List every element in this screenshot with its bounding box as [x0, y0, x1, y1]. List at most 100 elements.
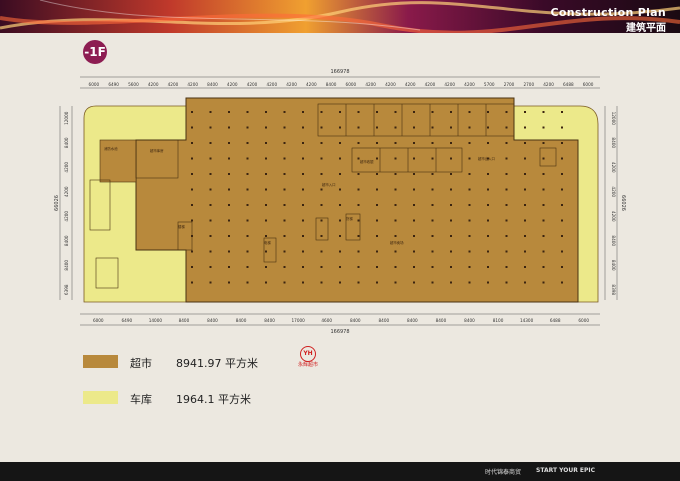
top-dimension-label: 4200	[365, 82, 376, 87]
structural-column	[487, 204, 489, 206]
structural-column	[339, 157, 341, 160]
structural-column	[209, 157, 212, 160]
structural-column	[357, 173, 360, 175]
structural-column	[431, 142, 434, 144]
structural-column	[487, 188, 489, 191]
top-dimension-label: 4200	[187, 82, 198, 87]
structural-column	[561, 250, 563, 253]
structural-column	[505, 266, 508, 268]
structural-column	[320, 250, 323, 253]
bottom-dimension-label: 8400	[464, 318, 475, 323]
structural-column	[431, 111, 434, 113]
structural-column	[394, 266, 397, 268]
top-dimension-label: 4200	[543, 82, 554, 87]
structural-column	[505, 111, 508, 113]
structural-column	[505, 173, 508, 175]
structural-column	[320, 281, 323, 284]
bottom-dimension-label: 8400	[264, 318, 275, 323]
structural-column	[191, 235, 193, 237]
right-dimension-label: 8400	[611, 260, 616, 271]
structural-column	[505, 204, 508, 206]
top-dimension-label: 2700	[523, 82, 534, 87]
structural-column	[561, 173, 563, 175]
structural-column	[283, 266, 286, 268]
right-dimension-label: 8398	[611, 284, 616, 295]
structural-column	[228, 281, 230, 284]
structural-column	[431, 173, 434, 175]
structural-column	[542, 188, 545, 191]
structural-column	[413, 142, 415, 144]
legend-swatch-supermarket	[83, 355, 118, 368]
top-dimension-labels: 6000 6490 5600 4200 4200 4200 8400 4200 4200 4200…	[89, 82, 594, 87]
structural-column	[376, 235, 378, 237]
structural-column	[246, 219, 249, 222]
structural-column	[376, 142, 378, 144]
structural-column	[209, 142, 212, 144]
structural-column	[357, 126, 360, 129]
structural-column	[265, 173, 267, 175]
structural-column	[542, 266, 545, 268]
structural-column	[302, 111, 304, 113]
top-dimension-label: 4200	[464, 82, 475, 87]
bottom-dimension-label: 8400	[407, 318, 418, 323]
structural-column	[357, 235, 360, 237]
structural-column	[431, 235, 434, 237]
supermarket-area	[135, 97, 579, 303]
svg-text:超市收银: 超市收银	[360, 159, 374, 164]
structural-column	[413, 250, 415, 253]
structural-column	[561, 266, 563, 268]
structural-column	[357, 142, 360, 144]
structural-column	[431, 126, 434, 129]
structural-column	[302, 188, 304, 191]
top-dimension-label: 8400	[326, 82, 337, 87]
bottom-dimension-label: 6000	[578, 318, 589, 323]
structural-column	[339, 204, 341, 206]
structural-column	[357, 204, 360, 206]
structural-column	[561, 142, 563, 144]
yonghui-logo: YH 永辉超市	[294, 346, 322, 369]
structural-column	[561, 235, 563, 237]
structural-column	[191, 157, 193, 160]
total-width-bottom: 166978	[330, 329, 349, 335]
structural-column	[542, 235, 545, 237]
structural-column	[209, 126, 212, 129]
bottom-dimension-label: 6490	[121, 318, 132, 323]
bottom-dimension-label: 8400	[236, 318, 247, 323]
structural-column	[394, 250, 397, 253]
structural-column	[320, 173, 323, 175]
structural-column	[228, 157, 230, 160]
structural-column	[246, 281, 249, 284]
bottom-dimension-labels: 6000 6490 14000 8400 8400 8400 8400 17000 4600 84…	[93, 318, 589, 323]
structural-column	[431, 157, 434, 160]
structural-column	[376, 126, 378, 129]
footer-company: 时代锦泰商贸	[485, 469, 522, 476]
structural-column	[505, 188, 508, 191]
svg-text:货梯: 货梯	[346, 216, 353, 221]
structural-column	[524, 126, 526, 129]
right-dimension-label: 12000	[611, 112, 616, 126]
structural-column	[468, 111, 471, 113]
top-dimension-label: 4200	[247, 82, 258, 87]
structural-column	[431, 219, 434, 222]
structural-column	[431, 188, 434, 191]
structural-column	[228, 219, 230, 222]
structural-column	[302, 173, 304, 175]
bottom-dimension-label: 8400	[378, 318, 389, 323]
structural-column	[524, 188, 526, 191]
structural-column	[246, 157, 249, 160]
legend-value-supermarket: 8941.97 平方米	[176, 357, 258, 370]
bottom-dimension-label: 4600	[321, 318, 332, 323]
structural-column	[505, 142, 508, 144]
depth-right: 66026	[620, 195, 626, 211]
structural-column	[487, 281, 489, 284]
structural-column	[450, 126, 452, 129]
structural-column	[542, 250, 545, 253]
left-dimension-label: 12000	[64, 111, 69, 125]
top-dimension-label: 4200	[286, 82, 297, 87]
structural-column	[339, 250, 341, 253]
structural-column	[302, 126, 304, 129]
structural-column	[265, 157, 267, 160]
structural-column	[450, 142, 452, 144]
structural-column	[357, 250, 360, 253]
structural-column	[561, 204, 563, 206]
